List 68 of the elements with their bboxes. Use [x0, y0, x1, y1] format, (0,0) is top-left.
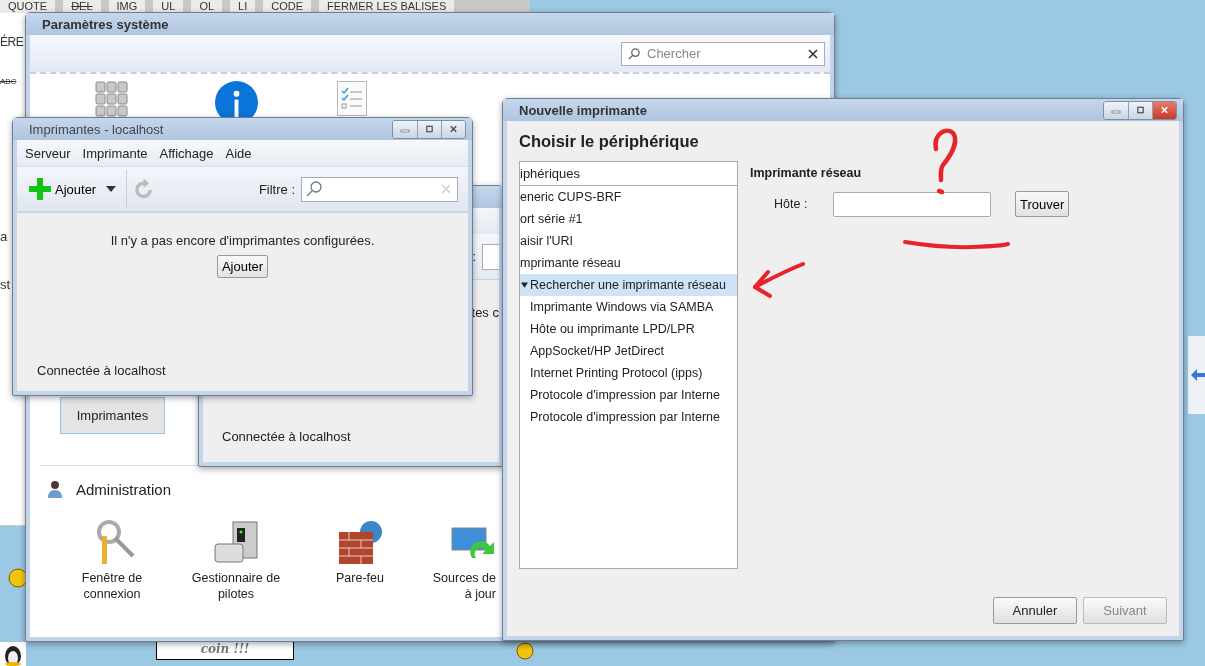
- maximize-icon: [425, 123, 434, 134]
- plus-icon: [29, 178, 51, 200]
- item-label[interactable]: Fenêtre de connexion: [81, 570, 143, 602]
- menu-item[interactable]: Serveur: [25, 145, 71, 161]
- checklist-icon: [337, 81, 367, 116]
- page-text: st: [0, 277, 11, 292]
- close-icon: [1160, 104, 1169, 115]
- device-item[interactable]: AppSocket/HP JetDirect: [520, 340, 737, 362]
- status-text: Connectée à localhost: [37, 363, 166, 378]
- clear-icon[interactable]: [808, 48, 818, 59]
- add-button[interactable]: Ajouter: [25, 174, 121, 204]
- device-item[interactable]: mprimante réseau: [520, 252, 737, 274]
- filter-field[interactable]: [482, 243, 499, 270]
- caret-icon: [106, 186, 117, 192]
- menu-item[interactable]: Affichage: [159, 145, 214, 161]
- filter-field[interactable]: [301, 176, 458, 202]
- page-text: a: [0, 229, 8, 244]
- device-item[interactable]: aisir l'URI: [520, 230, 737, 252]
- find-button[interactable]: Trouver: [1015, 191, 1070, 217]
- status-text: Connectée à localhost: [222, 429, 351, 444]
- dialog-heading: Choisir le périphérique: [519, 132, 700, 151]
- maximize-icon: [1136, 104, 1145, 115]
- close-button[interactable]: [441, 120, 465, 138]
- dialog-button[interactable]: Annuler: [993, 597, 1077, 624]
- host-field[interactable]: [833, 191, 991, 217]
- device-item[interactable]: Hôte ou imprimante LPD/LPR: [520, 318, 737, 340]
- device-item[interactable]: Protocole d'impression par Interne: [520, 406, 737, 428]
- maximize-button[interactable]: [417, 120, 441, 138]
- penguin-icon: [0, 642, 26, 666]
- search-icon: [628, 47, 641, 60]
- minimize-button[interactable]: [393, 120, 417, 138]
- sign-text: coin !!!: [200, 641, 250, 658]
- maximize-button[interactable]: [1128, 101, 1152, 119]
- device-item[interactable]: ort série #1: [520, 208, 737, 230]
- device-item[interactable]: Internet Printing Protocol (ipps): [520, 362, 737, 384]
- device-item[interactable]: Imprimante Windows via SAMBA: [520, 296, 737, 318]
- search-icon: [306, 181, 322, 197]
- toolbar-button[interactable]: QUOTE: [0, 0, 56, 13]
- device-item[interactable]: Rechercher une imprimante réseau: [520, 274, 737, 296]
- arrow-icon[interactable]: [1191, 368, 1205, 382]
- empty-message: Il n'y a pas encore d'imprimantes configurées.: [110, 233, 375, 248]
- add-button[interactable]: Ajouter: [216, 255, 269, 278]
- page-text: ÉRE: [0, 35, 24, 49]
- filter-label: :: [472, 249, 476, 264]
- window-title: Nouvelle imprimante: [519, 102, 647, 118]
- menu-item[interactable]: Imprimante: [82, 145, 148, 161]
- device-item[interactable]: eneric CUPS-BRF: [520, 186, 737, 208]
- column-header[interactable]: iphériques: [520, 162, 737, 186]
- printers-tile[interactable]: Imprimantes: [60, 397, 165, 434]
- person-icon: [48, 480, 62, 498]
- close-button[interactable]: [1152, 101, 1176, 119]
- page-text: ABC: [0, 77, 17, 86]
- close-icon: [449, 123, 458, 134]
- device-item[interactable]: Protocole d'impression par Interne: [520, 384, 737, 406]
- keypad-icon: [95, 81, 128, 117]
- window-title: Imprimantes - localhost: [29, 121, 164, 137]
- search-bar[interactable]: Chercher: [621, 41, 825, 66]
- item-label[interactable]: Sources de à jour: [432, 570, 498, 602]
- host-label: Hôte :: [774, 197, 809, 211]
- window-title: Paramètres système: [42, 16, 169, 32]
- minimize-button[interactable]: [1104, 101, 1128, 119]
- item-label[interactable]: Pare-feu: [336, 570, 384, 586]
- filter-label: Filtre :: [258, 181, 295, 197]
- section-title: Administration: [76, 480, 172, 498]
- panel-title: Imprimante réseau: [750, 166, 863, 180]
- expander-icon[interactable]: [521, 282, 528, 288]
- menu-item[interactable]: Aide: [225, 145, 252, 161]
- item-label[interactable]: Gestionnaire de pilotes: [191, 570, 281, 602]
